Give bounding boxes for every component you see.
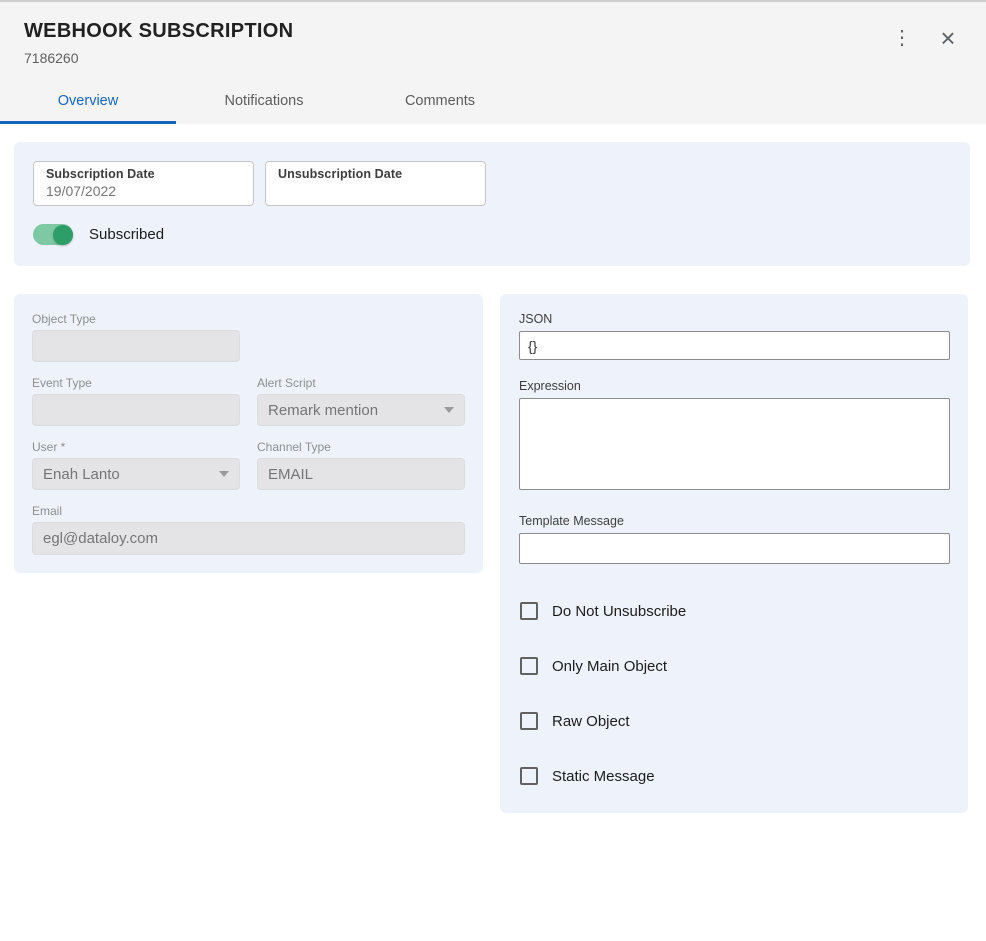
subscription-date-field[interactable]: Subscription Date 19/07/2022 xyxy=(33,161,254,206)
checkbox-label: Only Main Object xyxy=(552,658,667,675)
tab-comments[interactable]: Comments xyxy=(352,80,528,124)
json-input[interactable] xyxy=(519,331,950,360)
user-value: Enah Lanto xyxy=(43,466,120,483)
kebab-menu-icon: ⋮ xyxy=(892,28,912,48)
details-fields-grid: Object Type Event Type Alert Script Rema… xyxy=(32,312,465,555)
close-button[interactable]: × xyxy=(932,22,964,54)
dialog-header: WEBHOOK SUBSCRIPTION 7186260 ⋮ × Overvie… xyxy=(0,2,986,124)
expression-textarea[interactable] xyxy=(519,398,950,490)
tab-overview[interactable]: Overview xyxy=(0,80,176,124)
alert-script-label: Alert Script xyxy=(257,376,465,390)
header-top: WEBHOOK SUBSCRIPTION 7186260 xyxy=(0,2,986,72)
dropdown-arrow-icon xyxy=(444,407,454,413)
dropdown-arrow-icon xyxy=(219,471,229,477)
checkbox-label: Static Message xyxy=(552,768,655,785)
alert-script-select: Remark mention xyxy=(257,394,465,426)
checkbox-label: Do Not Unsubscribe xyxy=(552,603,686,620)
object-type-label: Object Type xyxy=(32,312,240,326)
channel-type-label: Channel Type xyxy=(257,440,465,454)
subscription-card: Subscription Date 19/07/2022 Unsubscript… xyxy=(14,142,970,266)
webhook-subscription-dialog: WEBHOOK SUBSCRIPTION 7186260 ⋮ × Overvie… xyxy=(0,2,986,853)
user-field: User * Enah Lanto xyxy=(32,440,240,490)
template-message-field: Template Message xyxy=(519,514,950,564)
checkbox-list: Do Not Unsubscribe Only Main Object Raw … xyxy=(519,602,950,785)
toggle-thumb xyxy=(53,225,73,245)
header-actions: ⋮ × xyxy=(886,22,964,54)
subscription-date-label: Subscription Date xyxy=(46,167,241,181)
overview-tab-content: Subscription Date 19/07/2022 Unsubscript… xyxy=(0,124,986,853)
grid-spacer xyxy=(257,312,465,362)
json-field: JSON xyxy=(519,312,950,360)
user-label: User * xyxy=(32,440,240,454)
user-select: Enah Lanto xyxy=(32,458,240,490)
template-message-label: Template Message xyxy=(519,514,950,528)
checkbox-icon xyxy=(520,657,538,675)
checkbox-only-main-object[interactable]: Only Main Object xyxy=(520,657,950,675)
checkbox-icon xyxy=(520,712,538,730)
checkbox-label: Raw Object xyxy=(552,713,630,730)
checkbox-static-message[interactable]: Static Message xyxy=(520,767,950,785)
record-id: 7186260 xyxy=(24,50,962,66)
channel-type-field: Channel Type EMAIL xyxy=(257,440,465,490)
event-type-field: Event Type xyxy=(32,376,240,426)
subscription-date-value: 19/07/2022 xyxy=(46,183,241,199)
alert-script-field: Alert Script Remark mention xyxy=(257,376,465,426)
more-options-button[interactable]: ⋮ xyxy=(886,22,918,54)
email-label: Email xyxy=(32,504,465,518)
subscribed-toggle[interactable] xyxy=(33,224,73,245)
template-message-input[interactable] xyxy=(519,533,950,564)
object-type-input xyxy=(32,330,240,362)
checkbox-icon xyxy=(520,767,538,785)
expression-label: Expression xyxy=(519,379,950,393)
date-row: Subscription Date 19/07/2022 Unsubscript… xyxy=(33,161,951,206)
expression-field: Expression xyxy=(519,379,950,495)
page-title: WEBHOOK SUBSCRIPTION xyxy=(24,20,962,43)
subscribed-toggle-row: Subscribed xyxy=(33,224,951,245)
unsubscription-date-field[interactable]: Unsubscription Date xyxy=(265,161,486,206)
object-type-field: Object Type xyxy=(32,312,240,362)
event-type-input xyxy=(32,394,240,426)
subscribed-toggle-label: Subscribed xyxy=(89,226,164,243)
checkbox-raw-object[interactable]: Raw Object xyxy=(520,712,950,730)
channel-type-input: EMAIL xyxy=(257,458,465,490)
json-label: JSON xyxy=(519,312,950,326)
tab-bar: Overview Notifications Comments xyxy=(0,80,986,124)
event-type-label: Event Type xyxy=(32,376,240,390)
email-field: Email egl@dataloy.com xyxy=(32,504,465,555)
details-card: Object Type Event Type Alert Script Rema… xyxy=(14,294,483,573)
tab-notifications[interactable]: Notifications xyxy=(176,80,352,124)
two-column-layout: Object Type Event Type Alert Script Rema… xyxy=(14,294,970,813)
email-input: egl@dataloy.com xyxy=(32,522,465,555)
message-card: JSON Expression Template Message Do Not … xyxy=(500,294,968,813)
checkbox-do-not-unsubscribe[interactable]: Do Not Unsubscribe xyxy=(520,602,950,620)
unsubscription-date-label: Unsubscription Date xyxy=(278,167,473,181)
checkbox-icon xyxy=(520,602,538,620)
unsubscription-date-value xyxy=(278,183,473,199)
alert-script-value: Remark mention xyxy=(268,402,378,419)
close-icon: × xyxy=(940,25,955,51)
